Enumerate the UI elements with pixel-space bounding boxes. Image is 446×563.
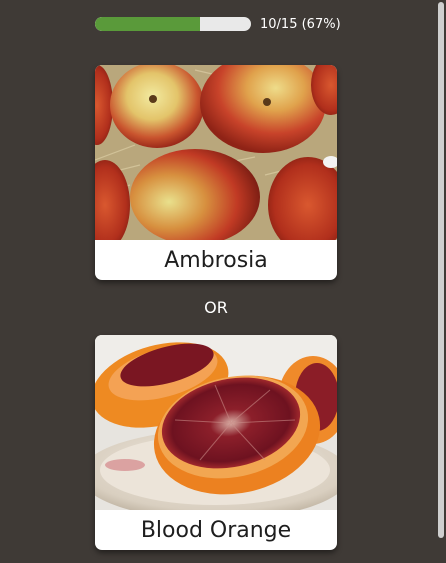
progress-bar-fill [95, 17, 200, 31]
scrollbar[interactable] [438, 2, 444, 538]
choice-card-ambrosia[interactable]: Ambrosia [95, 65, 337, 280]
quiz-page: 10/15 (67%) Ambrosia OR Blood Orange [0, 0, 446, 563]
progress-text: 10/15 (67%) [260, 16, 341, 32]
choice-label: Blood Orange [140, 517, 292, 543]
progress-indicator: 10/15 (67%) [95, 15, 355, 33]
blood-orange-photo [95, 335, 337, 510]
choice-card-blood-orange[interactable]: Blood Orange [95, 335, 337, 550]
apple-photo [95, 65, 337, 240]
progress-bar-track [95, 17, 251, 31]
or-separator: OR [204, 298, 228, 317]
choice-label: Ambrosia [164, 247, 268, 273]
